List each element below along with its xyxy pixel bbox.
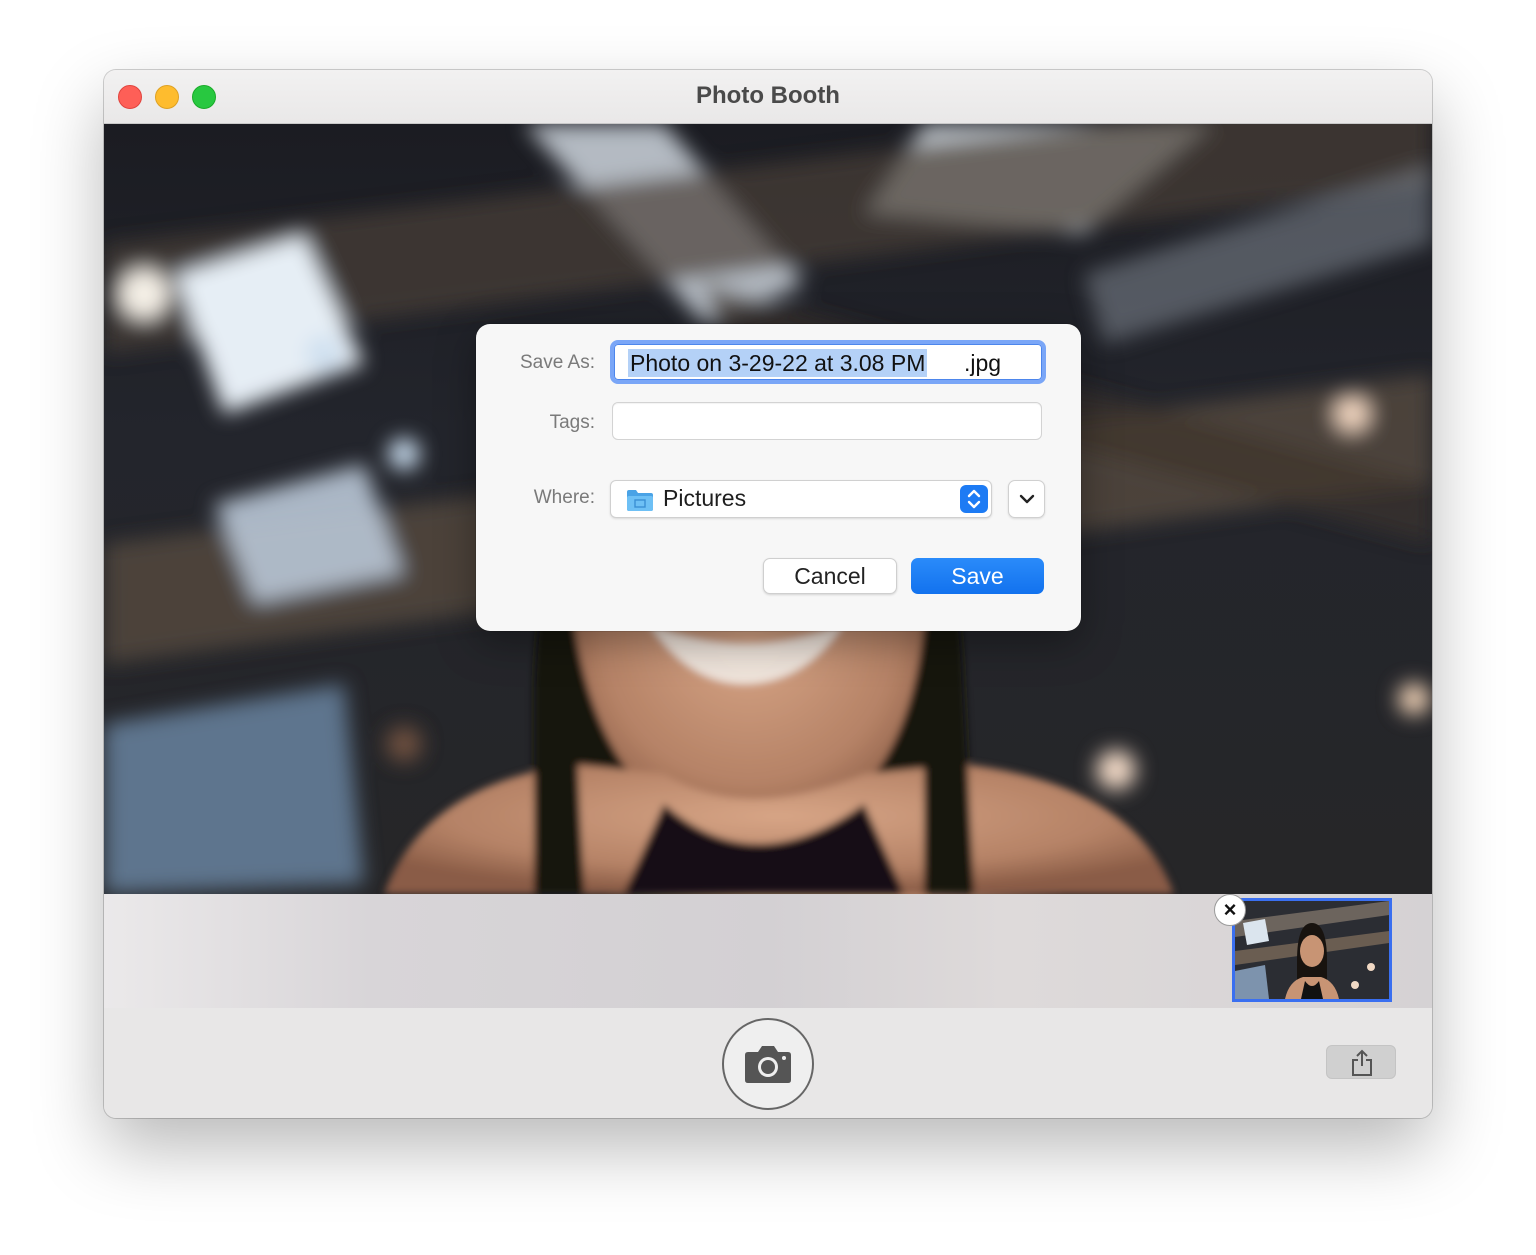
- up-down-chevron-icon: [960, 485, 988, 513]
- tags-input[interactable]: [612, 402, 1042, 440]
- share-button[interactable]: [1326, 1045, 1396, 1079]
- where-label: Where:: [533, 487, 595, 508]
- tags-label: Tags:: [549, 412, 595, 433]
- remove-thumbnail-button[interactable]: ×: [1214, 894, 1246, 926]
- save-as-input[interactable]: Photo on 3-29-22 at 3.08 PM .jpg: [610, 340, 1046, 384]
- photo-thumbnail[interactable]: [1232, 898, 1392, 1002]
- window-title: Photo Booth: [696, 82, 840, 109]
- cancel-button[interactable]: Cancel: [763, 558, 897, 594]
- title-bar[interactable]: Photo Booth: [104, 70, 1432, 124]
- filename-extension: .jpg: [964, 350, 1002, 376]
- folder-icon: [627, 490, 653, 511]
- save-as-label: Save As:: [520, 352, 595, 373]
- where-value: Pictures: [663, 485, 747, 511]
- where-popup-button[interactable]: Pictures: [610, 480, 992, 518]
- camera-icon: [745, 1046, 791, 1083]
- filename-selected-text: Photo on 3-29-22 at 3.08 PM: [628, 349, 928, 377]
- chevron-down-icon: [1019, 494, 1035, 504]
- save-button[interactable]: Save: [911, 558, 1044, 594]
- photo-strip: ×: [104, 894, 1432, 1008]
- expand-dialog-button[interactable]: [1008, 480, 1045, 518]
- take-photo-button[interactable]: [722, 1018, 814, 1110]
- bottom-toolbar: [104, 1008, 1432, 1118]
- save-dialog: Save As: Photo on 3-29-22 at 3.08 PM .jp…: [476, 324, 1081, 631]
- share-icon: [1352, 1049, 1372, 1076]
- thumbnail-image: [1235, 901, 1389, 999]
